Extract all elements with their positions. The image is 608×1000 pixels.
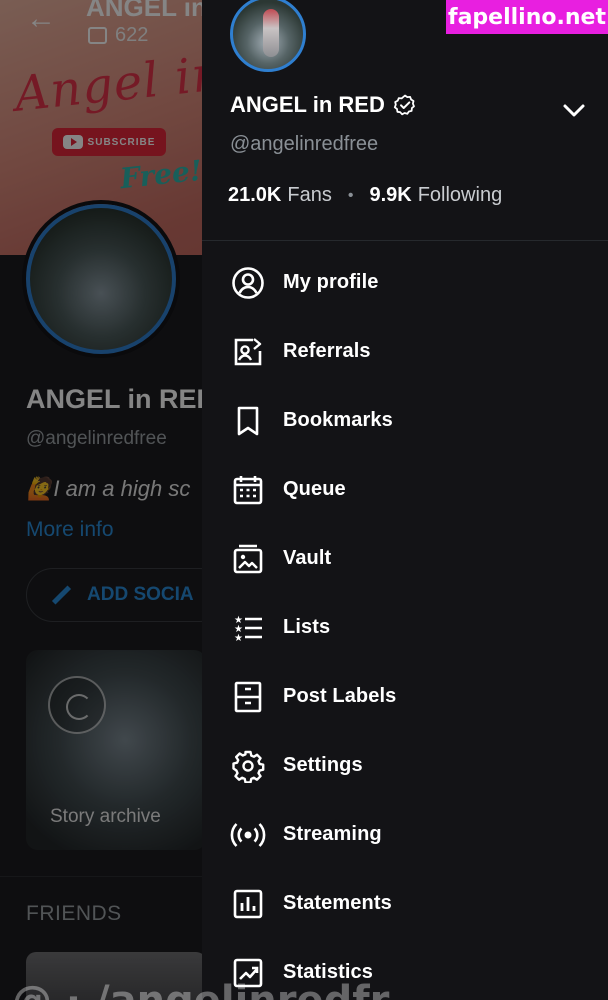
referrals-icon bbox=[230, 334, 266, 370]
menu-item-my-profile[interactable]: My profile bbox=[202, 248, 608, 317]
menu-item-post-labels[interactable]: Post Labels bbox=[202, 662, 608, 731]
menu-item-vault[interactable]: Vault bbox=[202, 524, 608, 593]
drawer-divider bbox=[202, 240, 608, 241]
bookmark-icon bbox=[230, 403, 266, 439]
menu-label: Post Labels bbox=[283, 685, 397, 707]
menu-item-streaming[interactable]: Streaming bbox=[202, 800, 608, 869]
fans-label[interactable]: Fans bbox=[287, 184, 331, 207]
watermark: fapellino.net bbox=[446, 0, 608, 34]
bottom-watermark-text: @ · /angelinredfr bbox=[12, 978, 389, 1000]
fans-count[interactable]: 21.0K bbox=[228, 184, 281, 207]
vault-icon bbox=[230, 541, 266, 577]
drawer-avatar[interactable] bbox=[230, 0, 306, 72]
menu-label: Lists bbox=[283, 616, 331, 638]
drawer-name-row: ANGEL in RED bbox=[230, 92, 417, 118]
menu-label: Statements bbox=[283, 892, 392, 914]
menu-item-queue[interactable]: Queue bbox=[202, 455, 608, 524]
following-count[interactable]: 9.9K bbox=[369, 184, 411, 207]
menu-label: Vault bbox=[283, 547, 332, 569]
menu-item-statements[interactable]: Statements bbox=[202, 869, 608, 938]
lists-icon: ★ ★ ★ bbox=[230, 610, 266, 646]
calendar-icon bbox=[230, 472, 266, 508]
menu-label: Referrals bbox=[283, 340, 371, 362]
avatar-figure bbox=[263, 9, 279, 57]
post-labels-icon bbox=[230, 679, 266, 715]
menu-item-referrals[interactable]: Referrals bbox=[202, 317, 608, 386]
menu-label: Queue bbox=[283, 478, 346, 500]
drawer-handle: @angelinredfree bbox=[230, 133, 379, 155]
profile-icon bbox=[230, 265, 266, 301]
side-drawer: ANGEL in RED @angelinredfree 21.0K Fans … bbox=[202, 0, 608, 1000]
gear-icon bbox=[230, 748, 266, 784]
statements-icon bbox=[230, 886, 266, 922]
menu-label: Settings bbox=[283, 754, 363, 776]
menu-item-settings[interactable]: Settings bbox=[202, 731, 608, 800]
verified-icon bbox=[393, 94, 415, 116]
following-label[interactable]: Following bbox=[418, 184, 502, 207]
stats-separator: • bbox=[347, 186, 354, 204]
menu-label: Bookmarks bbox=[283, 409, 393, 431]
menu-item-bookmarks[interactable]: Bookmarks bbox=[202, 386, 608, 455]
menu-label: My profile bbox=[283, 271, 379, 293]
menu-label: Streaming bbox=[283, 823, 382, 845]
drawer-name: ANGEL in RED bbox=[230, 92, 385, 117]
streaming-icon bbox=[230, 817, 266, 853]
svg-text:★: ★ bbox=[234, 633, 243, 644]
menu-item-lists[interactable]: ★ ★ ★ Lists bbox=[202, 593, 608, 662]
drawer-menu: My profile Referrals Bookmarks Queue Vau… bbox=[202, 248, 608, 1000]
chevron-down-icon[interactable] bbox=[560, 96, 588, 124]
drawer-stats: 21.0K Fans • 9.9K Following bbox=[228, 184, 502, 207]
